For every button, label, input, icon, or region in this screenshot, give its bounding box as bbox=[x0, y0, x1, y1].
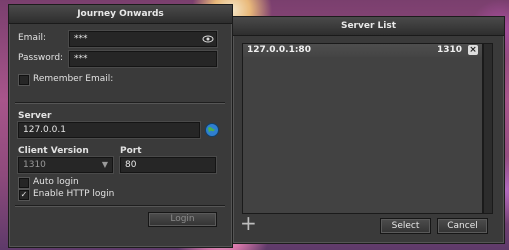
plus-icon[interactable]: + bbox=[240, 213, 257, 233]
login-window: Journey Onwards Email: *** Password: ***… bbox=[8, 4, 233, 248]
server-list-window-title: Server List bbox=[233, 17, 504, 36]
divider bbox=[15, 102, 225, 103]
server-list-window: Server List 127.0.0.1:80 1310 × + Select… bbox=[232, 16, 505, 244]
email-field[interactable]: *** bbox=[69, 31, 217, 47]
check-icon: ✓ bbox=[20, 190, 28, 199]
auto-login-checkbox[interactable] bbox=[19, 178, 29, 188]
port-label: Port bbox=[120, 146, 142, 156]
login-window-title: Journey Onwards bbox=[9, 5, 232, 24]
server-label: Server bbox=[18, 111, 52, 121]
select-button[interactable]: Select bbox=[380, 218, 431, 234]
globe-icon[interactable] bbox=[204, 122, 220, 138]
remember-email-label: Remember Email: bbox=[33, 74, 114, 84]
server-address: 127.0.0.1:80 bbox=[247, 45, 311, 55]
login-button[interactable]: Login bbox=[148, 212, 217, 227]
http-login-label: Enable HTTP login bbox=[33, 189, 115, 199]
password-label: Password: bbox=[18, 53, 64, 63]
eye-icon[interactable] bbox=[202, 33, 214, 45]
email-value: *** bbox=[74, 34, 88, 44]
server-value: 127.0.0.1 bbox=[23, 125, 66, 135]
chevron-down-icon: ▼ bbox=[101, 160, 108, 169]
client-version-label: Client Version bbox=[18, 146, 89, 156]
email-label: Email: bbox=[18, 33, 47, 43]
server-version: 1310 bbox=[436, 45, 462, 55]
http-login-checkbox[interactable]: ✓ bbox=[19, 190, 29, 200]
client-version-value: 1310 bbox=[23, 160, 46, 170]
cancel-button[interactable]: Cancel bbox=[437, 218, 488, 234]
password-value: *** bbox=[74, 54, 88, 64]
server-field[interactable]: 127.0.0.1 bbox=[18, 122, 200, 138]
password-field[interactable]: *** bbox=[69, 51, 217, 67]
close-icon[interactable]: × bbox=[468, 45, 478, 55]
auto-login-label: Auto login bbox=[33, 177, 79, 187]
remember-email-checkbox[interactable] bbox=[19, 75, 29, 85]
client-version-select[interactable]: 1310 ▼ bbox=[18, 157, 113, 173]
server-list-scrollbar[interactable] bbox=[483, 43, 493, 214]
server-list-item[interactable]: 127.0.0.1:80 1310 × bbox=[243, 44, 482, 57]
divider bbox=[15, 205, 225, 206]
port-field[interactable]: 80 bbox=[120, 157, 216, 173]
server-list: 127.0.0.1:80 1310 × bbox=[242, 43, 483, 214]
port-value: 80 bbox=[125, 160, 137, 170]
